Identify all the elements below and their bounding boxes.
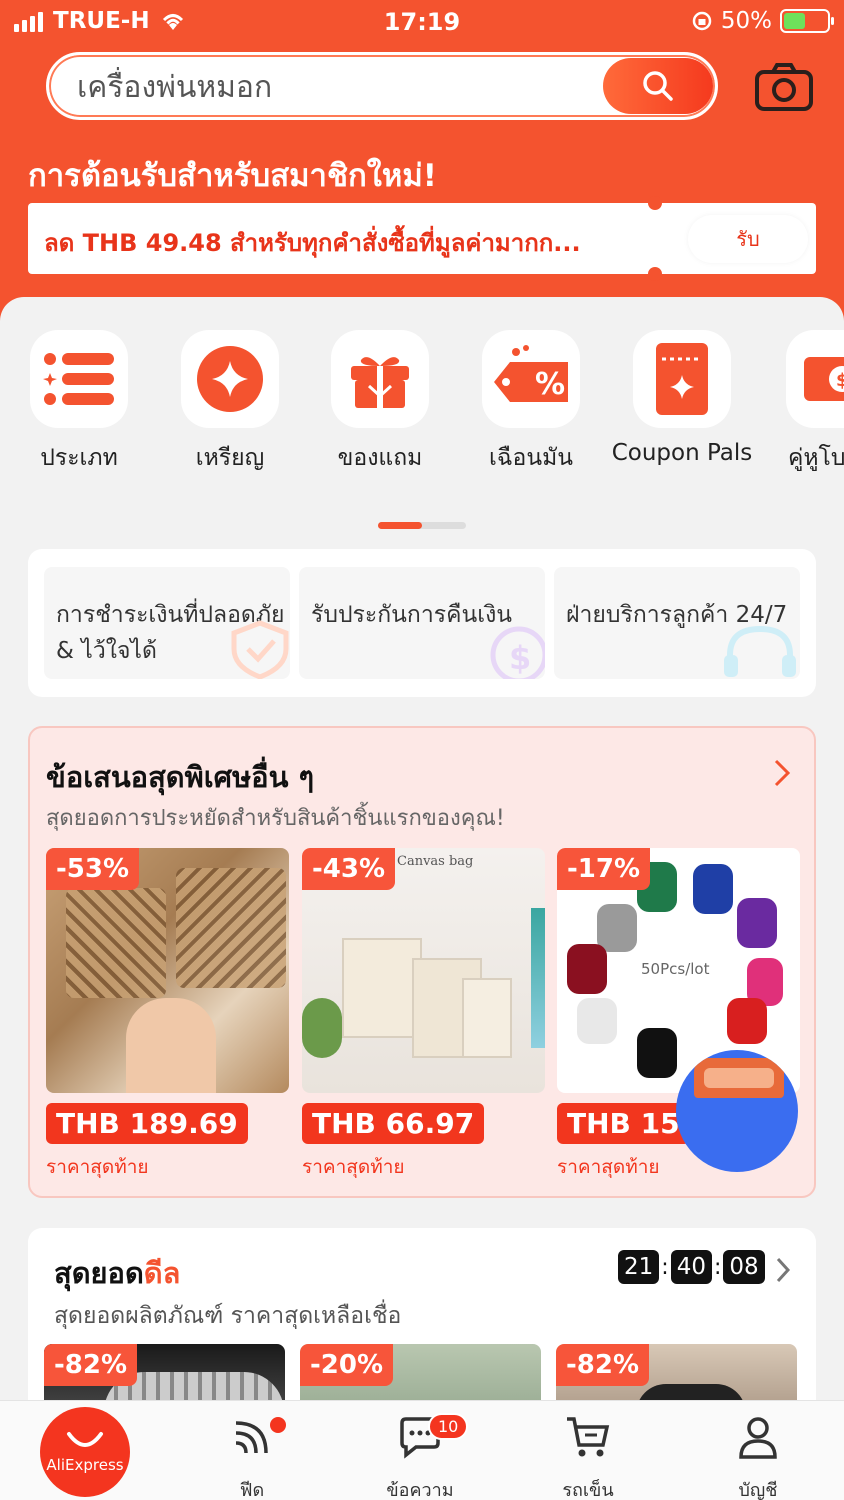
search-icon <box>643 71 673 101</box>
product-price: THB 189.69 <box>46 1103 248 1144</box>
discount-badge: -17% <box>557 848 651 890</box>
notification-dot <box>270 1417 286 1433</box>
product-image-text: Canvas bag <box>397 854 474 869</box>
category-item[interactable]: เหรียญ <box>155 330 305 476</box>
discount-badge: -82% <box>556 1344 650 1386</box>
deals-subtitle: สุดยอดผลิตภัณฑ์ ราคาสุดเหลือเชื่อ <box>54 1303 402 1329</box>
offers-subtitle: สุดยอดการประหยัดสำหรับสินค้าชิ้นแรกของคุ… <box>46 806 505 831</box>
super-deals-section: สุดยอดดีล สุดยอดผลิตภัณฑ์ ราคาสุดเหลือเช… <box>28 1228 816 1428</box>
user-icon <box>739 1417 777 1459</box>
offer-product[interactable]: -53% THB 189.69 ราคาสุดท้าย <box>46 848 289 1182</box>
message-count-badge: 10 <box>428 1413 469 1440</box>
money-back-icon: $ <box>490 626 545 679</box>
search-bar[interactable] <box>46 52 718 120</box>
rotation-lock-icon <box>692 11 712 31</box>
product-image[interactable]: Canvas bag -43% <box>302 848 545 1093</box>
price-note: ราคาสุดท้าย <box>302 1156 405 1178</box>
new-user-coupon[interactable]: ลด THB 49.48 สำหรับทุกคำสั่งซื้อที่มูลค่… <box>28 196 816 281</box>
offer-product[interactable]: Canvas bag -43% THB 66.97 ราคาสุดท้าย <box>302 848 545 1182</box>
offers-title: ข้อเสนอสุดพิเศษอื่น ๆ <box>46 760 315 794</box>
shield-check-icon <box>231 620 289 679</box>
assurance-support[interactable]: ฝ่ายบริการลูกค้า 24/7 <box>554 567 800 679</box>
svg-text:%: % <box>535 367 565 402</box>
coin-icon <box>197 346 263 412</box>
price-note: ราคาสุดท้าย <box>46 1156 149 1178</box>
product-image[interactable]: -53% <box>46 848 289 1093</box>
chevron-right-icon[interactable] <box>772 758 792 788</box>
camera-icon <box>755 63 813 111</box>
category-item[interactable]: $ คู่หูโบ <box>758 330 844 476</box>
product-price: THB 15 <box>557 1103 690 1144</box>
category-item[interactable]: % เฉือนมัน <box>456 330 606 476</box>
floating-video-bubble[interactable] <box>676 1050 798 1172</box>
bottom-tab-bar: AliExpress ฟีด 10 ข้อความ รถเข็น บัญชี <box>0 1400 844 1500</box>
header: TRUE-H 17:19 50% การต้อนรับสำหรับสมาชิกใ… <box>0 0 844 330</box>
camera-search-button[interactable] <box>754 62 814 112</box>
product-image-text: 50Pcs/lot <box>641 960 710 978</box>
tab-feed[interactable]: ฟีด <box>192 1415 312 1500</box>
chevron-right-icon[interactable] <box>774 1256 792 1284</box>
coupon-notch <box>648 196 662 210</box>
category-item[interactable]: ประเภท <box>4 330 154 476</box>
coupon-notch <box>648 267 662 281</box>
discount-badge: -43% <box>302 848 396 890</box>
category-item[interactable]: ของแถม <box>305 330 455 476</box>
smile-icon <box>67 1432 103 1447</box>
search-input[interactable] <box>77 67 597 107</box>
tab-messages[interactable]: 10 ข้อความ <box>360 1413 480 1500</box>
headset-icon <box>724 625 796 677</box>
coupon-text: ลด THB 49.48 สำหรับทุกคำสั่งซื้อที่มูลค่… <box>44 229 581 257</box>
category-pager <box>378 522 466 529</box>
promo-title: การต้อนรับสำหรับสมาชิกใหม่! <box>28 158 437 194</box>
discount-badge: -82% <box>44 1344 138 1386</box>
status-bar: TRUE-H 17:19 50% <box>0 0 844 44</box>
discount-badge: -20% <box>300 1344 394 1386</box>
svg-text:$: $ <box>509 639 531 677</box>
coupon-pals-icon <box>656 343 708 415</box>
claim-coupon-button[interactable]: รับ <box>688 215 808 263</box>
product-price: THB 66.97 <box>302 1103 485 1144</box>
assurance-card: การชำระเงินที่ปลอดภัย & ไว้ใจได้ รับประก… <box>28 549 816 697</box>
countdown-timer: 21:40:08 <box>618 1250 765 1284</box>
battery-icon <box>780 9 834 33</box>
svg-text:$: $ <box>836 370 844 391</box>
search-button[interactable] <box>603 58 713 114</box>
cart-icon <box>567 1417 610 1457</box>
tab-cart[interactable]: รถเข็น <box>528 1415 648 1500</box>
assurance-secure-payment[interactable]: การชำระเงินที่ปลอดภัย & ไว้ใจได้ <box>44 567 290 679</box>
category-item[interactable]: Coupon Pals <box>606 330 758 466</box>
battery-percent: 50% <box>720 8 772 34</box>
feed-icon <box>235 1421 268 1454</box>
discount-tag-icon: % <box>494 345 568 402</box>
discount-badge: -53% <box>46 848 140 890</box>
tab-account[interactable]: บัญชี <box>698 1415 818 1500</box>
coupon-ticket-icon: $ <box>804 357 844 401</box>
assurance-money-back[interactable]: รับประกันการคืนเงิน $ <box>299 567 545 679</box>
deals-title: สุดยอดดีล <box>54 1256 181 1290</box>
list-icon <box>43 353 114 405</box>
tab-home[interactable]: AliExpress <box>40 1407 130 1497</box>
gift-icon <box>351 357 409 408</box>
category-row: ประเภท เหรียญ ของแถม % เฉือนมัน Coupon P… <box>0 330 844 480</box>
